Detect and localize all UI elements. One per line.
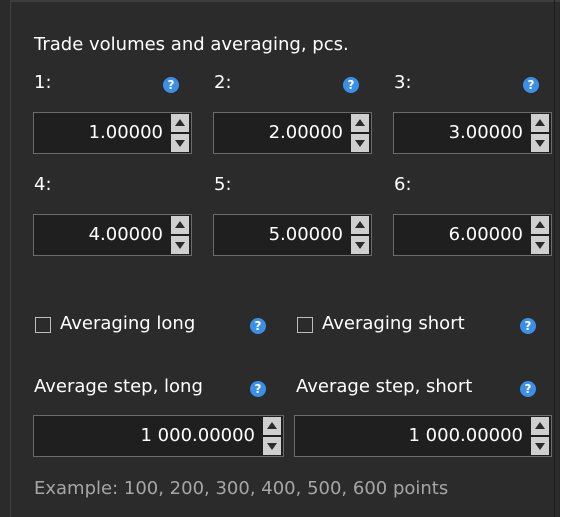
arrow-down-icon[interactable] [351, 236, 369, 254]
volume-2-value[interactable]: 2.00000 [269, 113, 343, 153]
arrow-down-icon[interactable] [171, 134, 189, 152]
arrow-up-icon[interactable] [531, 216, 549, 234]
arrow-down-icon[interactable] [531, 134, 549, 152]
help-circle-icon[interactable]: ? [523, 77, 539, 93]
arrow-down-icon[interactable] [351, 134, 369, 152]
volume-1-value[interactable]: 1.00000 [89, 113, 163, 153]
volume-4-stepper[interactable]: 4.00000 [33, 214, 192, 256]
arrow-down-icon[interactable] [171, 236, 189, 254]
left-gutter [0, 0, 10, 517]
stepper-buttons [169, 113, 191, 153]
help-circle-icon[interactable]: ? [163, 77, 179, 93]
help-circle-icon[interactable]: ? [250, 381, 266, 397]
volume-1-stepper[interactable]: 1.00000 [33, 112, 192, 154]
panel-right-edge [554, 0, 555, 517]
stepper-buttons [529, 215, 551, 255]
arrow-up-icon[interactable] [531, 114, 549, 132]
volume-2-stepper[interactable]: 2.00000 [213, 112, 372, 154]
stepper-buttons [349, 113, 371, 153]
volume-5-value[interactable]: 5.00000 [269, 215, 343, 255]
help-circle-icon[interactable]: ? [520, 381, 536, 397]
avg-step-short-label: Average step, short [296, 376, 473, 397]
volume-6-label: 6: [394, 174, 412, 195]
section-title: Trade volumes and averaging, pcs. [34, 34, 349, 55]
arrow-up-icon[interactable] [351, 216, 369, 234]
arrow-down-icon[interactable] [263, 437, 281, 455]
arrow-down-icon[interactable] [531, 236, 549, 254]
volume-3-stepper[interactable]: 3.00000 [393, 112, 552, 154]
stepper-buttons [529, 113, 551, 153]
arrow-up-icon[interactable] [351, 114, 369, 132]
volume-3-value[interactable]: 3.00000 [449, 113, 523, 153]
volume-4-label: 4: [34, 174, 52, 195]
averaging-short-label[interactable]: Averaging short [322, 313, 465, 334]
stepper-buttons [529, 416, 551, 456]
averaging-long-checkbox[interactable] [35, 317, 51, 333]
help-circle-icon[interactable]: ? [250, 318, 266, 334]
volume-3-label: 3: [394, 72, 412, 93]
volume-6-stepper[interactable]: 6.00000 [393, 214, 552, 256]
arrow-down-icon[interactable] [531, 437, 549, 455]
volume-1-label: 1: [34, 72, 52, 93]
avg-step-short-value[interactable]: 1 000.00000 [408, 416, 523, 456]
volume-5-label: 5: [214, 174, 232, 195]
help-circle-icon[interactable]: ? [343, 77, 359, 93]
volume-2-label: 2: [214, 72, 232, 93]
avg-step-short-stepper[interactable]: 1 000.00000 [294, 415, 552, 457]
arrow-up-icon[interactable] [531, 417, 549, 435]
arrow-up-icon[interactable] [171, 114, 189, 132]
window-frame: Trade volumes and averaging, pcs. 1: ? 2… [0, 0, 570, 517]
stepper-buttons [169, 215, 191, 255]
averaging-short-checkbox[interactable] [297, 317, 313, 333]
avg-step-long-value[interactable]: 1 000.00000 [140, 416, 255, 456]
avg-step-long-label: Average step, long [34, 376, 203, 397]
arrow-up-icon[interactable] [171, 216, 189, 234]
help-circle-icon[interactable]: ? [520, 318, 536, 334]
volume-6-value[interactable]: 6.00000 [449, 215, 523, 255]
volume-4-value[interactable]: 4.00000 [89, 215, 163, 255]
avg-step-long-stepper[interactable]: 1 000.00000 [33, 415, 284, 457]
volume-5-stepper[interactable]: 5.00000 [213, 214, 372, 256]
example-hint: Example: 100, 200, 300, 400, 500, 600 po… [34, 478, 449, 499]
stepper-buttons [349, 215, 371, 255]
arrow-up-icon[interactable] [263, 417, 281, 435]
stepper-buttons [261, 416, 283, 456]
averaging-long-label[interactable]: Averaging long [60, 313, 195, 334]
